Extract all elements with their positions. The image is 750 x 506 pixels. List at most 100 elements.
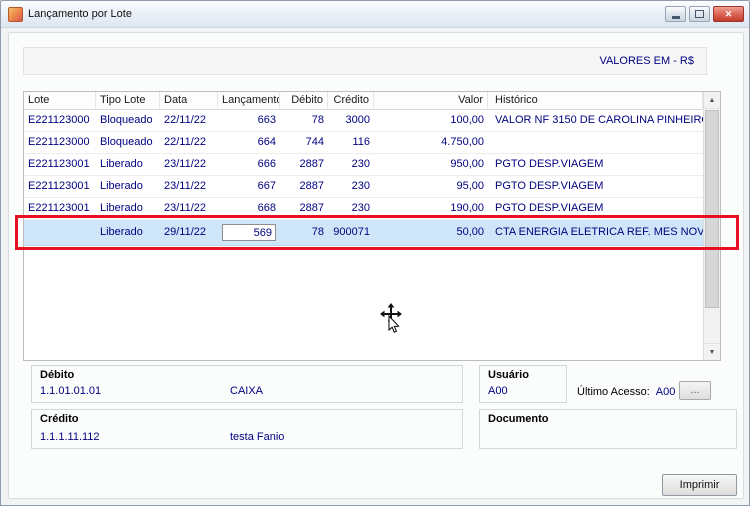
scrollbar-thumb[interactable] [705, 110, 719, 308]
table-row[interactable]: E221123001 Liberado 23/11/22 668 2887 23… [24, 198, 703, 220]
ultimo-acesso: Último Acesso: A00 [577, 386, 675, 398]
debito-description: CAIXA [230, 385, 264, 397]
cell-tipo-lote: Bloqueado [100, 136, 153, 148]
close-icon: ✕ [724, 8, 733, 19]
maximize-icon [695, 10, 704, 18]
title-bar[interactable]: Lançamento por Lote ✕ [1, 1, 749, 28]
cell-lancamento: 664 [218, 132, 280, 153]
cell-lote: E221123000 [28, 136, 90, 148]
credito-groupbox: Crédito 1.1.1.11.112 testa Fanio [31, 409, 463, 449]
cell-valor: 4.750,00 [441, 136, 484, 148]
column-header-lancamento[interactable]: Lançamento [218, 92, 280, 110]
cell-tipo-lote: Liberado [100, 158, 143, 170]
cell-valor: 95,00 [456, 180, 484, 192]
lancamento-value: 666 [257, 158, 276, 170]
cell-lancamento: 663 [218, 110, 280, 131]
grid-rows: E221123000 Bloqueado 22/11/22 663 78 300… [24, 110, 703, 360]
usuario-label: Usuário [488, 369, 529, 381]
cell-debito: 2887 [299, 158, 324, 170]
scroll-down-button[interactable]: ▼ [704, 343, 720, 360]
cell-valor: 100,00 [450, 114, 484, 126]
cell-historico [488, 132, 703, 153]
more-button[interactable]: ... [679, 381, 711, 400]
cell-lote: E221123001 [28, 180, 90, 192]
minimize-icon [671, 16, 680, 19]
cell-lancamento: 668 [218, 198, 280, 219]
cell-tipo-lote: Bloqueado [100, 114, 153, 126]
cell-lote: E221123000 [28, 114, 90, 126]
cell-historico: PGTO DESP.VIAGEM [495, 202, 604, 214]
cell-lancamento: 667 [218, 176, 280, 197]
cell-credito: 116 [352, 136, 370, 148]
documento-label: Documento [488, 413, 549, 425]
lancamentos-grid: Lote Tipo Lote Data Lançamento Débito Cr… [23, 91, 721, 361]
cell-data: 29/11/22 [164, 226, 207, 238]
scroll-up-button[interactable]: ▲ [704, 92, 720, 109]
cell-credito: 900071 [333, 226, 370, 238]
cell-debito: 744 [305, 136, 324, 148]
close-button[interactable]: ✕ [713, 6, 744, 22]
ultimo-acesso-label: Último Acesso: [577, 386, 650, 398]
table-row[interactable]: E221123000 Bloqueado 22/11/22 663 78 300… [24, 110, 703, 132]
credito-label: Crédito [40, 413, 79, 425]
debito-label: Débito [40, 369, 75, 381]
app-icon [8, 6, 23, 22]
lancamento-edit-field[interactable]: 569 [222, 223, 276, 241]
lancamento-value: 667 [257, 180, 276, 192]
values-strip: VALORES EM - R$ [23, 47, 707, 75]
lancamento-value: 663 [257, 114, 276, 126]
table-row[interactable]: E221123001 Liberado 23/11/22 666 2887 23… [24, 154, 703, 176]
lancamento-value: 664 [257, 136, 276, 148]
cell-valor: 50,00 [456, 226, 484, 238]
debito-groupbox: Débito 1.1.01.01.01 CAIXA [31, 365, 463, 403]
cell-credito: 230 [351, 180, 370, 192]
cell-debito: 2887 [299, 180, 324, 192]
cell-credito: 230 [351, 158, 370, 170]
cell-historico: CTA ENERGIA ELETRICA REF. MES NOVEMBRO [495, 226, 703, 238]
credito-account: 1.1.1.11.112 [40, 431, 100, 443]
column-header-data[interactable]: Data [160, 92, 218, 110]
cell-historico: VALOR NF 3150 DE CAROLINA PINHEIRO [495, 114, 703, 126]
imprimir-button[interactable]: Imprimir [662, 474, 737, 496]
cell-data: 22/11/22 [164, 114, 207, 126]
table-row[interactable]: Liberado 29/11/22 569 78 900071 50,00 CT… [24, 220, 703, 246]
cell-lote [24, 220, 96, 245]
column-header-credito[interactable]: Crédito [328, 92, 374, 110]
cell-data: 23/11/22 [164, 158, 207, 170]
credito-description: testa Fanio [230, 431, 285, 443]
values-label: VALORES EM - R$ [599, 55, 694, 67]
cell-data: 23/11/22 [164, 202, 207, 214]
minimize-button[interactable] [665, 6, 686, 22]
cell-credito: 3000 [345, 114, 370, 126]
column-header-lote[interactable]: Lote [24, 92, 96, 110]
cell-valor: 190,00 [450, 202, 484, 214]
usuario-groupbox: Usuário A00 [479, 365, 567, 403]
usuario-value: A00 [488, 385, 508, 397]
cell-historico: PGTO DESP.VIAGEM [495, 158, 604, 170]
grid-header: Lote Tipo Lote Data Lançamento Débito Cr… [24, 92, 703, 110]
cell-credito: 230 [351, 202, 370, 214]
ultimo-acesso-value: A00 [655, 386, 676, 398]
cell-lote: E221123001 [28, 202, 90, 214]
table-row[interactable]: E221123000 Bloqueado 22/11/22 664 744 11… [24, 132, 703, 154]
cell-tipo-lote: Liberado [100, 202, 143, 214]
cell-tipo-lote: Liberado [100, 180, 143, 192]
cell-debito: 78 [311, 226, 324, 238]
debito-account: 1.1.01.01.01 [40, 385, 102, 397]
column-header-valor[interactable]: Valor [374, 92, 488, 110]
cell-lancamento: 569 [218, 220, 280, 245]
column-header-tipo-lote[interactable]: Tipo Lote [96, 92, 160, 110]
cell-data: 23/11/22 [164, 180, 207, 192]
table-row[interactable]: E221123001 Liberado 23/11/22 667 2887 23… [24, 176, 703, 198]
cell-debito: 2887 [299, 202, 324, 214]
maximize-button[interactable] [689, 6, 710, 22]
cell-lote: E221123001 [28, 158, 90, 170]
vertical-scrollbar[interactable]: ▲ ▼ [703, 92, 720, 360]
app-window: Lançamento por Lote ✕ VALORES EM - R$ Lo… [0, 0, 750, 506]
column-header-historico[interactable]: Histórico [488, 92, 703, 110]
documento-groupbox: Documento [479, 409, 737, 449]
window-title: Lançamento por Lote [28, 8, 132, 20]
cell-debito: 78 [311, 114, 324, 126]
cell-lancamento: 666 [218, 154, 280, 175]
column-header-debito[interactable]: Débito [280, 92, 328, 110]
